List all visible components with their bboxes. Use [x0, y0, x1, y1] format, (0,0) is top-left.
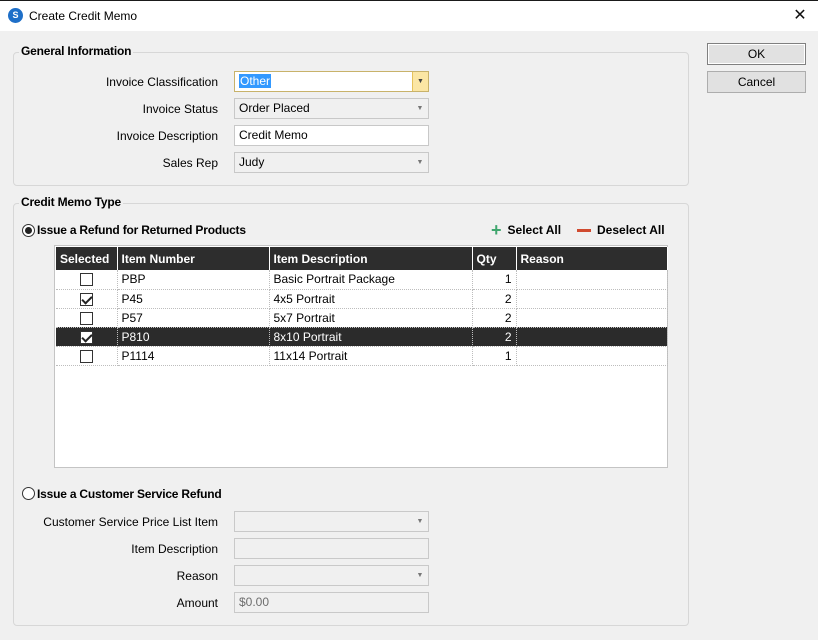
invoice-status-value: Order Placed [239, 101, 310, 115]
column-header-item-description[interactable]: Item Description [269, 247, 473, 270]
deselect-all-button[interactable]: Deselect All [577, 223, 665, 237]
minus-icon [577, 228, 591, 232]
app-logo-icon: S [8, 8, 23, 23]
window-title: Create Credit Memo [29, 9, 138, 23]
title-bar: S Create Credit Memo ✕ [0, 0, 818, 31]
qty-cell: 1 [472, 270, 517, 290]
invoice-description-label: Invoice Description [116, 129, 218, 143]
invoice-status-label: Invoice Status [142, 102, 218, 116]
plus-icon: + [491, 220, 502, 240]
item-number-cell: P1114 [117, 346, 270, 366]
item-number-cell: P57 [117, 308, 270, 328]
chevron-down-icon: ▼ [416, 572, 424, 579]
credit-memo-type-title: Credit Memo Type [19, 195, 123, 209]
refund-returned-products-label[interactable]: Issue a Refund for Returned Products [37, 223, 246, 237]
column-header-item-number[interactable]: Item Number [117, 247, 270, 270]
customer-service-refund-radio[interactable] [22, 487, 35, 500]
table-row[interactable]: PBP Basic Portrait Package 1 [56, 270, 668, 290]
qty-cell: 2 [472, 308, 517, 328]
item-description-cell: Basic Portrait Package [269, 270, 473, 290]
table-row[interactable]: P1114 11x14 Portrait 1 [56, 346, 668, 366]
chevron-down-icon: ▼ [412, 72, 428, 91]
select-all-label: Select All [507, 223, 562, 237]
row-checkbox[interactable] [79, 349, 93, 363]
invoice-status-select[interactable]: Order Placed ▼ [234, 98, 429, 119]
invoice-description-input[interactable]: Credit Memo [234, 125, 429, 146]
item-description-cell: 11x14 Portrait [269, 346, 473, 366]
price-list-item-label: Customer Service Price List Item [43, 515, 218, 529]
row-checkbox-cell[interactable] [56, 327, 118, 347]
invoice-classification-value: Other [239, 74, 272, 88]
invoice-classification-select[interactable]: Other ▼ [234, 71, 429, 92]
row-checkbox-cell[interactable] [56, 289, 118, 309]
column-header-selected[interactable]: Selected [56, 247, 118, 270]
price-list-item-select[interactable]: ▼ [234, 511, 429, 532]
column-header-reason[interactable]: Reason [516, 247, 668, 270]
chevron-down-icon: ▼ [416, 159, 424, 166]
general-information-title: General Information [19, 44, 134, 58]
item-number-cell: PBP [117, 270, 270, 290]
qty-cell: 2 [472, 289, 517, 309]
row-checkbox-checked[interactable] [79, 330, 93, 344]
select-all-button[interactable]: + Select All [491, 220, 562, 240]
qty-cell: 1 [472, 346, 517, 366]
row-checkbox[interactable] [79, 311, 93, 325]
item-description-cell: 4x5 Portrait [269, 289, 473, 309]
customer-service-refund-label[interactable]: Issue a Customer Service Refund [37, 487, 222, 501]
reason-cell[interactable] [516, 289, 668, 309]
item-number-cell: P45 [117, 289, 270, 309]
reason-cell[interactable] [516, 346, 668, 366]
row-checkbox-cell[interactable] [56, 308, 118, 328]
sales-rep-select[interactable]: Judy ▼ [234, 152, 429, 173]
item-number-cell: P810 [117, 327, 270, 347]
service-item-description-input[interactable] [234, 538, 429, 559]
table-row-highlighted[interactable]: P810 8x10 Portrait 2 [56, 327, 668, 347]
amount-label: Amount [176, 596, 218, 610]
row-checkbox-cell[interactable] [56, 270, 118, 290]
table-row[interactable]: P45 4x5 Portrait 2 [56, 289, 668, 309]
deselect-all-label: Deselect All [597, 223, 665, 237]
reason-cell[interactable] [516, 270, 668, 290]
row-checkbox-checked[interactable] [79, 292, 93, 306]
cancel-button[interactable]: Cancel [707, 71, 806, 93]
chevron-down-icon: ▼ [416, 105, 424, 112]
reason-cell[interactable] [516, 308, 668, 328]
amount-input[interactable]: $0.00 [234, 592, 429, 613]
returned-products-grid[interactable]: Selected Item Number Item Description Qt… [54, 245, 668, 468]
row-checkbox-cell[interactable] [56, 346, 118, 366]
close-icon[interactable]: ✕ [790, 5, 810, 27]
refund-returned-products-radio[interactable] [22, 224, 35, 237]
chevron-down-icon: ▼ [416, 518, 424, 525]
item-description-cell: 5x7 Portrait [269, 308, 473, 328]
ok-button[interactable]: OK [707, 43, 806, 65]
service-reason-select[interactable]: ▼ [234, 565, 429, 586]
reason-cell[interactable] [516, 327, 668, 347]
item-description-cell: 8x10 Portrait [269, 327, 473, 347]
service-reason-label: Reason [176, 569, 218, 583]
returned-products-table: Selected Item Number Item Description Qt… [56, 247, 668, 366]
column-header-qty[interactable]: Qty [472, 247, 517, 270]
table-row[interactable]: P57 5x7 Portrait 2 [56, 308, 668, 328]
service-item-description-label: Item Description [131, 542, 218, 556]
invoice-classification-label: Invoice Classification [105, 75, 218, 89]
sales-rep-value: Judy [239, 155, 265, 169]
qty-cell: 2 [472, 327, 517, 347]
sales-rep-label: Sales Rep [162, 156, 218, 170]
table-header-row: Selected Item Number Item Description Qt… [56, 247, 668, 270]
row-checkbox[interactable] [79, 273, 93, 287]
